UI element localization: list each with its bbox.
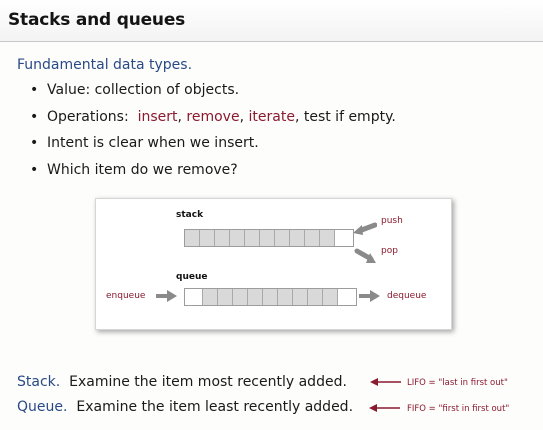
array-cell: [263, 289, 278, 305]
bullet-list: • Value: collection of objects. • Operatio…: [30, 79, 396, 185]
queue-array: [184, 288, 357, 306]
fifo-arrow-icon: [369, 404, 400, 412]
bullet-text: Intent is clear when we insert.: [47, 135, 259, 151]
queue-definition: Queue. Examine the item least recently a…: [17, 399, 353, 415]
slide-title: Stacks and queues: [8, 10, 186, 30]
separator: ,: [177, 108, 182, 125]
fifo-note: FIFO = "first in first out": [407, 404, 510, 414]
stack-term: Stack.: [17, 374, 61, 390]
iterate-term: iterate: [248, 108, 295, 125]
array-cell: [320, 230, 335, 246]
slide-subtitle: Fundamental data types.: [17, 57, 193, 73]
array-cell: [293, 289, 308, 305]
array-cell: [230, 230, 245, 246]
push-label: push: [381, 216, 403, 226]
array-cell: [218, 289, 233, 305]
bullet-dot: •: [30, 108, 39, 125]
array-cell: [308, 289, 323, 305]
lifo-arrow-icon: [370, 378, 401, 386]
enqueue-label: enqueue: [106, 291, 146, 301]
array-cell: [290, 230, 305, 246]
bullet-text: Value: collection of objects.: [47, 82, 240, 98]
array-cell: [278, 289, 293, 305]
push-pop-arrows-icon: [353, 222, 377, 263]
lifo-note: LIFO = "last in first out": [407, 378, 508, 388]
array-cell: [233, 289, 248, 305]
bullet-dot: •: [30, 135, 39, 151]
dequeue-arrow-icon: [359, 290, 380, 302]
stack-array: [184, 229, 354, 247]
array-cell: [215, 230, 230, 246]
bullet-text: Operations:: [47, 108, 129, 125]
bullet-item: • Operations: insert, remove, iterate, te…: [30, 106, 396, 133]
array-cell: [185, 230, 200, 246]
separator: ,: [239, 108, 245, 125]
stack-description: Examine the item most recently added.: [69, 374, 347, 390]
stack-definition: Stack. Examine the item most recently ad…: [17, 374, 347, 390]
bullet-text-suffix: , test if empty.: [294, 108, 396, 125]
array-cell: [275, 230, 290, 246]
array-cell: [305, 230, 320, 246]
array-cell-empty: [185, 289, 203, 305]
array-cell: [323, 289, 338, 305]
insert-term: insert: [137, 108, 178, 125]
array-cell: [248, 289, 263, 305]
bullet-item: • Value: collection of objects.: [30, 79, 396, 106]
bullet-dot: •: [30, 82, 39, 98]
bullet-text: Which item do we remove?: [47, 161, 238, 178]
remove-term: remove: [186, 108, 240, 125]
dequeue-label: dequeue: [387, 291, 427, 301]
title-divider: [0, 41, 543, 42]
bullet-dot: •: [30, 161, 39, 178]
array-cell: [203, 289, 218, 305]
array-cell: [260, 230, 275, 246]
pop-label: pop: [381, 246, 398, 256]
queue-term: Queue.: [17, 399, 68, 415]
queue-description: Examine the item least recently added.: [76, 399, 354, 415]
queue-label: queue: [176, 272, 208, 282]
array-cell: [200, 230, 215, 246]
bullet-item: • Which item do we remove?: [30, 159, 396, 186]
enqueue-arrow-icon: [156, 290, 177, 302]
stack-queue-diagram: stack push pop queue enqueue dequeue: [95, 198, 452, 330]
stack-label: stack: [176, 210, 204, 220]
array-cell: [245, 230, 260, 246]
bullet-item: • Intent is clear when we insert.: [30, 132, 396, 159]
array-cell-empty: [338, 289, 356, 305]
